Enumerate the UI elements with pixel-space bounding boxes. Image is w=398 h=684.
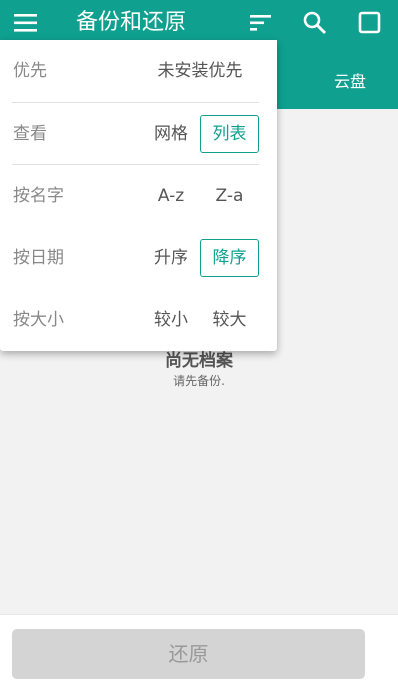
- date-asc-option[interactable]: 升序: [145, 239, 197, 277]
- name-desc-option[interactable]: Z-a: [200, 177, 259, 215]
- by-size-row: 按大小 较小 较大: [0, 289, 277, 351]
- not-installed-first-option[interactable]: 未安装优先: [148, 52, 252, 90]
- priority-label: 优先: [13, 61, 47, 81]
- view-label: 查看: [13, 124, 47, 144]
- by-date-row: 按日期 升序 降序: [0, 227, 277, 289]
- name-asc-option[interactable]: A-z: [145, 177, 197, 215]
- page-title: 备份和还原: [76, 10, 187, 35]
- size-smaller-option[interactable]: 较小: [145, 301, 197, 339]
- restore-button[interactable]: 还原: [12, 629, 365, 679]
- list-option[interactable]: 列表: [200, 115, 259, 153]
- bottom-bar: 还原: [0, 614, 398, 684]
- grid-option[interactable]: 网格: [145, 115, 197, 153]
- empty-state-subtitle: 请先备份.: [173, 374, 225, 388]
- view-row: 查看 网格 列表: [0, 103, 277, 165]
- priority-row: 优先 未安装优先: [0, 40, 277, 102]
- by-date-label: 按日期: [13, 248, 64, 268]
- sort-dropdown-menu: 优先 未安装优先 查看 网格 列表 按名字 A-z Z-a 按日期 升序 降序 …: [0, 40, 277, 351]
- sort-icon[interactable]: [248, 10, 274, 36]
- menu-icon[interactable]: [12, 11, 40, 35]
- by-size-label: 按大小: [13, 310, 64, 330]
- size-larger-option[interactable]: 较大: [200, 301, 259, 339]
- by-name-label: 按名字: [13, 186, 64, 206]
- checkbox-icon[interactable]: [357, 10, 383, 36]
- by-name-row: 按名字 A-z Z-a: [0, 165, 277, 227]
- tab-cloud[interactable]: 云盘: [318, 62, 382, 102]
- search-icon[interactable]: [302, 10, 328, 36]
- date-desc-option[interactable]: 降序: [200, 239, 259, 277]
